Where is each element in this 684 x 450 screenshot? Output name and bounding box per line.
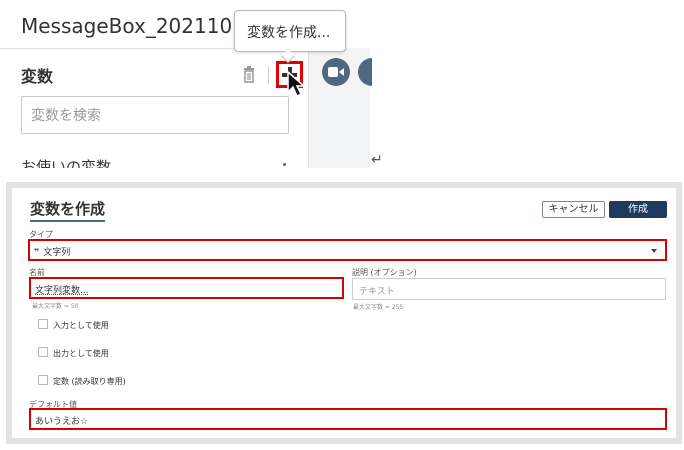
cancel-button[interactable]: キャンセル: [542, 201, 605, 218]
use-as-output-checkbox[interactable]: [38, 347, 48, 357]
name-input[interactable]: 文字列変数...: [29, 277, 344, 299]
video-button[interactable]: [322, 58, 350, 86]
variables-heading: 変数: [21, 67, 54, 86]
quote-icon: ❞: [34, 248, 40, 258]
create-variable-tooltip: 変数を作成...: [234, 10, 346, 52]
dialog-title: 変数を作成: [30, 198, 106, 222]
variables-panel: MessageBox_2021101 変数 お使いの変数 ↵ 変数を作成...: [0, 0, 684, 178]
video-icon: [328, 67, 344, 77]
trash-icon[interactable]: [240, 65, 258, 85]
description-input[interactable]: テキスト: [352, 278, 666, 300]
create-button[interactable]: 作成: [609, 201, 667, 218]
create-variable-dialog-frame: 変数を作成 キャンセル 作成 タイプ ❞ 文字列 名前 文字列変数... 最大文字…: [6, 182, 682, 444]
constant-checkbox[interactable]: [38, 375, 48, 385]
type-select[interactable]: ❞ 文字列: [28, 239, 667, 261]
default-value-text: あいうえお☆: [35, 417, 89, 427]
variable-search-input[interactable]: [21, 96, 289, 134]
create-variable-dialog: 変数を作成 キャンセル 作成 タイプ ❞ 文字列 名前 文字列変数... 最大文字…: [12, 188, 676, 438]
use-as-output-label: 出力として使用: [53, 349, 109, 358]
variables-section-heading: お使いの変数: [21, 158, 112, 168]
use-as-input-label: 入力として使用: [53, 321, 109, 330]
default-value-input[interactable]: あいうえお☆: [29, 408, 667, 430]
section-caret-icon[interactable]: [283, 163, 286, 166]
description-hint: 最大文字数 = 255: [353, 304, 404, 311]
use-as-input-checkbox[interactable]: [38, 319, 48, 329]
description-label: 説明 (オプション): [352, 268, 417, 277]
type-value: 文字列: [43, 248, 71, 258]
mouse-pointer-icon: [287, 70, 306, 98]
return-icon: ↵: [371, 152, 383, 168]
name-hint: 最大文字数 = 50: [32, 303, 79, 310]
chevron-down-icon: [651, 249, 657, 253]
toolbar-separator: [268, 66, 269, 84]
name-value: 文字列変数...: [35, 286, 89, 296]
flow-title: MessageBox_2021101: [21, 14, 236, 38]
constant-label: 定数 (読み取り専用): [53, 377, 126, 386]
